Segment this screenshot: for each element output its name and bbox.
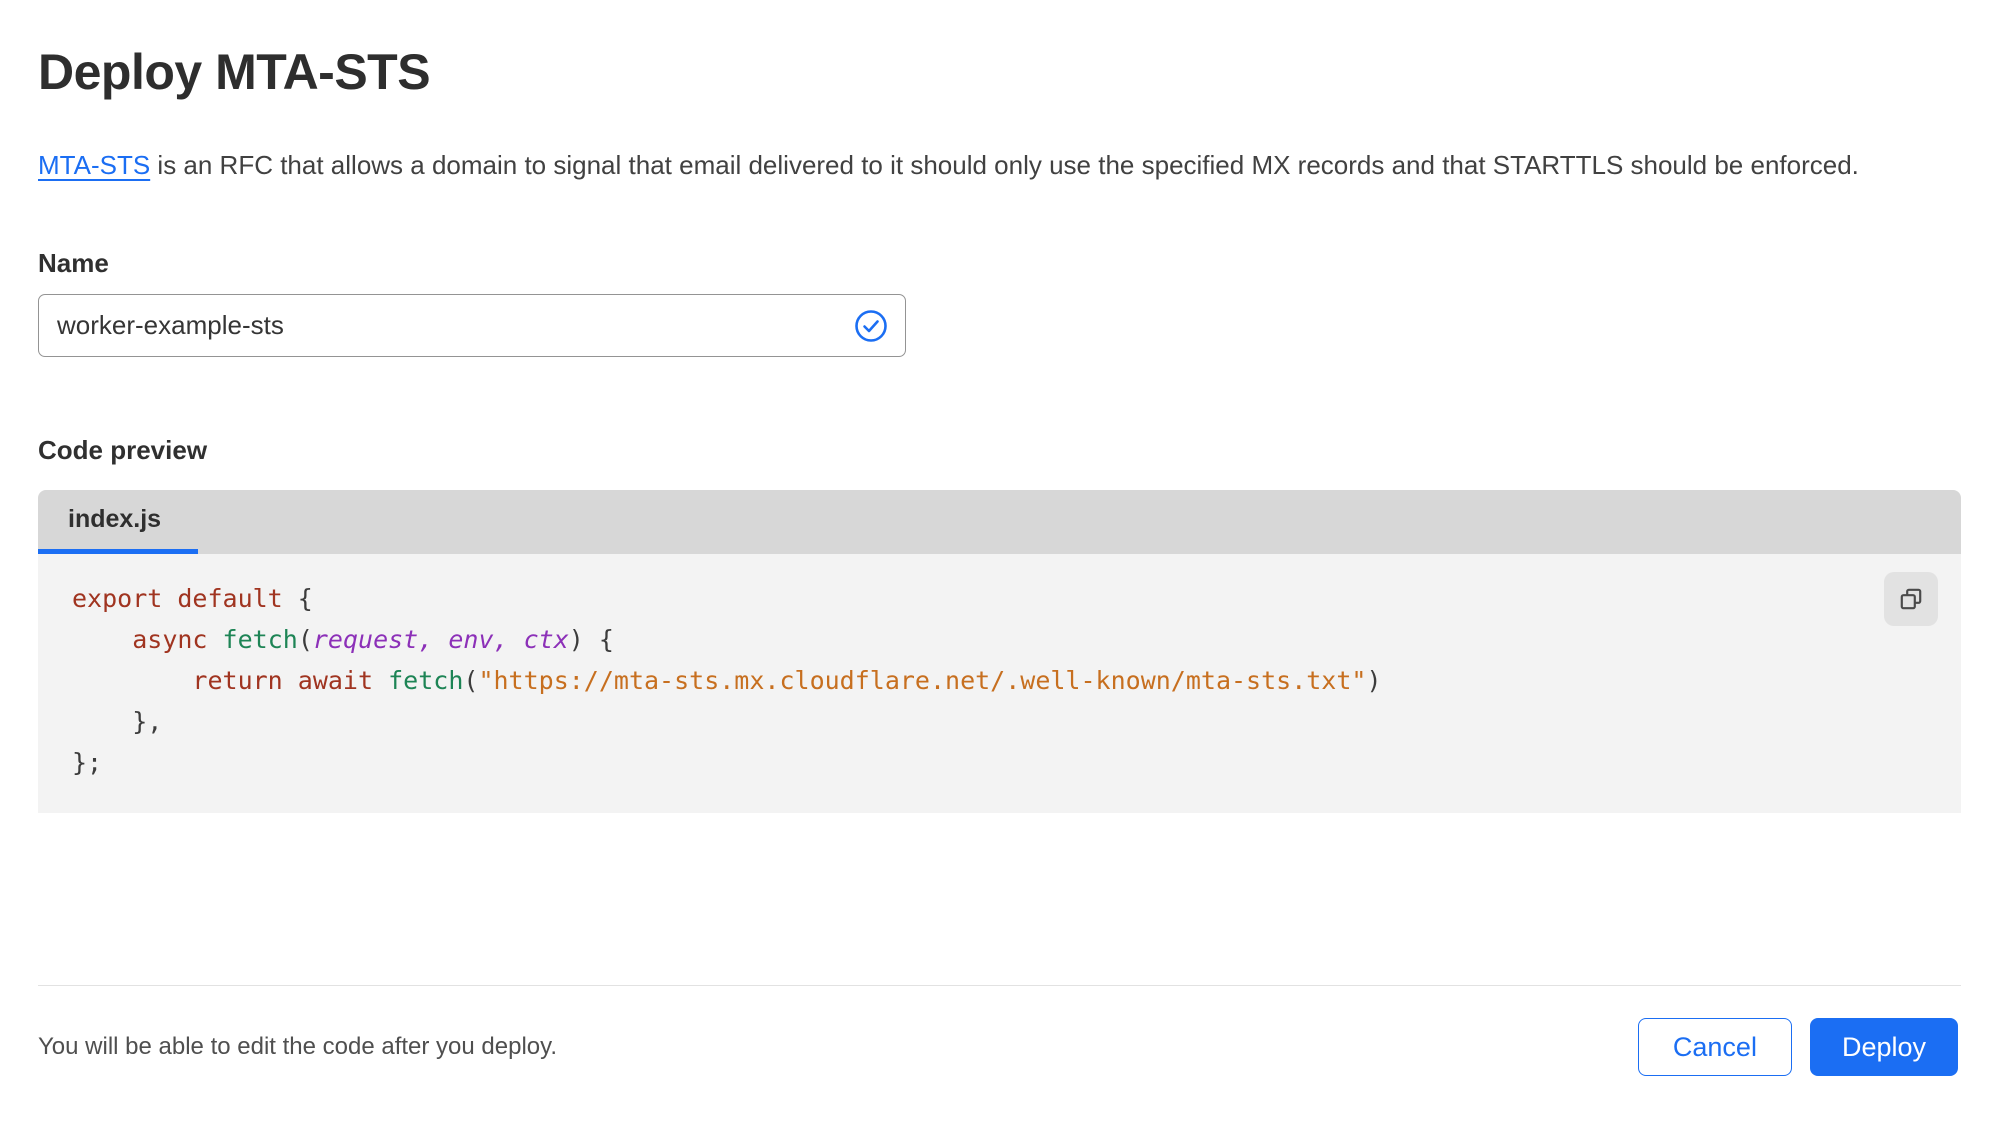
check-circle-icon (855, 309, 887, 342)
footer-buttons: Cancel Deploy (1637, 1018, 1958, 1076)
name-input[interactable] (38, 294, 906, 357)
code-line: return await fetch("https://mta-sts.mx.c… (192, 666, 1382, 695)
footer-divider (38, 985, 1961, 986)
name-label: Name (38, 248, 109, 278)
code-preview-card: index.js export default { async fetch(re… (38, 490, 1961, 813)
deploy-button[interactable]: Deploy (1809, 1018, 1958, 1076)
deploy-mta-sts-page: Deploy MTA-STS MTA-STS is an RFC that al… (0, 0, 1999, 1138)
page-title: Deploy MTA-STS (38, 44, 431, 100)
tab-index-js[interactable]: index.js (38, 490, 198, 554)
code-line: }, (72, 707, 163, 736)
cancel-button[interactable]: Cancel (1637, 1018, 1792, 1076)
code-tab-bar: index.js (38, 490, 1961, 554)
footer: You will be able to edit the code after … (38, 1018, 1958, 1076)
code-area: export default { async fetch(request, en… (38, 554, 1961, 813)
deploy-note: You will be able to edit the code after … (38, 1033, 558, 1060)
code-line: export default { (72, 584, 313, 613)
copy-code-button[interactable] (1884, 572, 1938, 626)
name-input-wrap (38, 294, 906, 357)
mta-sts-link[interactable]: MTA-STS (38, 150, 150, 180)
code-block: export default { async fetch(request, en… (72, 578, 1961, 783)
code-line: }; (72, 748, 103, 777)
code-preview-label: Code preview (38, 435, 208, 465)
code-line: async fetch(request, env, ctx) { (132, 625, 614, 654)
intro-text: is an RFC that allows a domain to signal… (150, 150, 1859, 180)
copy-icon (1900, 588, 1922, 610)
intro-paragraph: MTA-STS is an RFC that allows a domain t… (38, 142, 1961, 188)
